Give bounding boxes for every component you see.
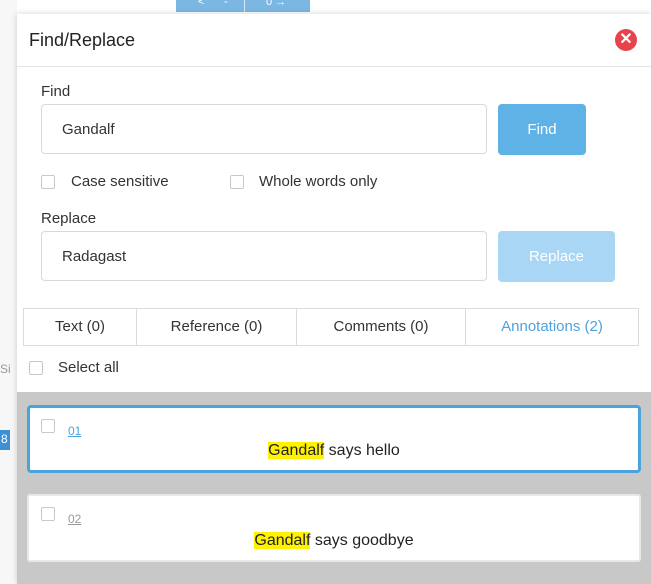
close-icon[interactable]: ✕ — [615, 29, 637, 51]
whole-words-label: Whole words only — [259, 173, 378, 190]
title-divider — [17, 66, 651, 67]
tab-reference[interactable]: Reference (0) — [136, 308, 297, 346]
background-left-text: Si — [0, 362, 11, 376]
tab-comments[interactable]: Comments (0) — [296, 308, 466, 346]
background-left-marker: 8 — [0, 430, 10, 450]
background-dash: - — [224, 0, 228, 8]
result-snippet: Gandalf says hello — [30, 442, 638, 460]
result-text: says hello — [324, 442, 400, 459]
result-checkbox[interactable] — [41, 507, 55, 521]
background-next-label: 0 → — [266, 0, 287, 8]
result-number-link[interactable]: 02 — [68, 512, 81, 526]
background-prev-icon: < — [198, 0, 205, 8]
find-button[interactable]: Find — [498, 104, 586, 155]
tab-text[interactable]: Text (0) — [23, 308, 137, 346]
select-all-checkbox[interactable] — [29, 361, 43, 375]
select-all-label: Select all — [58, 359, 119, 376]
case-sensitive-checkbox[interactable] — [41, 175, 55, 189]
result-snippet: Gandalf says goodbye — [29, 532, 639, 550]
replace-input[interactable] — [41, 231, 487, 281]
find-replace-dialog: Find/Replace ✕ Find Find Case sensitive … — [17, 14, 651, 584]
case-sensitive-label: Case sensitive — [71, 173, 169, 190]
background-left-marker-text: 8 — [1, 432, 8, 446]
select-all-row: Select all — [17, 346, 651, 392]
result-card[interactable]: 01 Gandalf says hello — [27, 405, 641, 473]
tab-annotations[interactable]: Annotations (2) — [465, 308, 639, 346]
match-highlight: Gandalf — [254, 532, 311, 549]
background-toolbar: < - 0 → — [176, 0, 310, 12]
result-text: says goodbye — [310, 532, 414, 549]
find-label: Find — [41, 83, 71, 100]
match-highlight: Gandalf — [268, 442, 325, 459]
replace-label: Replace — [41, 210, 97, 227]
results-list: 01 Gandalf says hello 02 Gandalf says go… — [17, 392, 651, 584]
result-card[interactable]: 02 Gandalf says goodbye — [27, 494, 641, 562]
result-checkbox[interactable] — [41, 419, 55, 433]
background-toolbar-separator — [244, 0, 245, 12]
replace-button[interactable]: Replace — [498, 231, 615, 282]
dialog-title: Find/Replace — [29, 30, 136, 50]
find-input[interactable] — [41, 104, 487, 154]
result-number-link[interactable]: 01 — [68, 424, 81, 438]
background-left-strip — [0, 0, 17, 584]
result-tabs: Text (0) Reference (0) Comments (0) Anno… — [23, 308, 639, 346]
whole-words-checkbox[interactable] — [230, 175, 244, 189]
